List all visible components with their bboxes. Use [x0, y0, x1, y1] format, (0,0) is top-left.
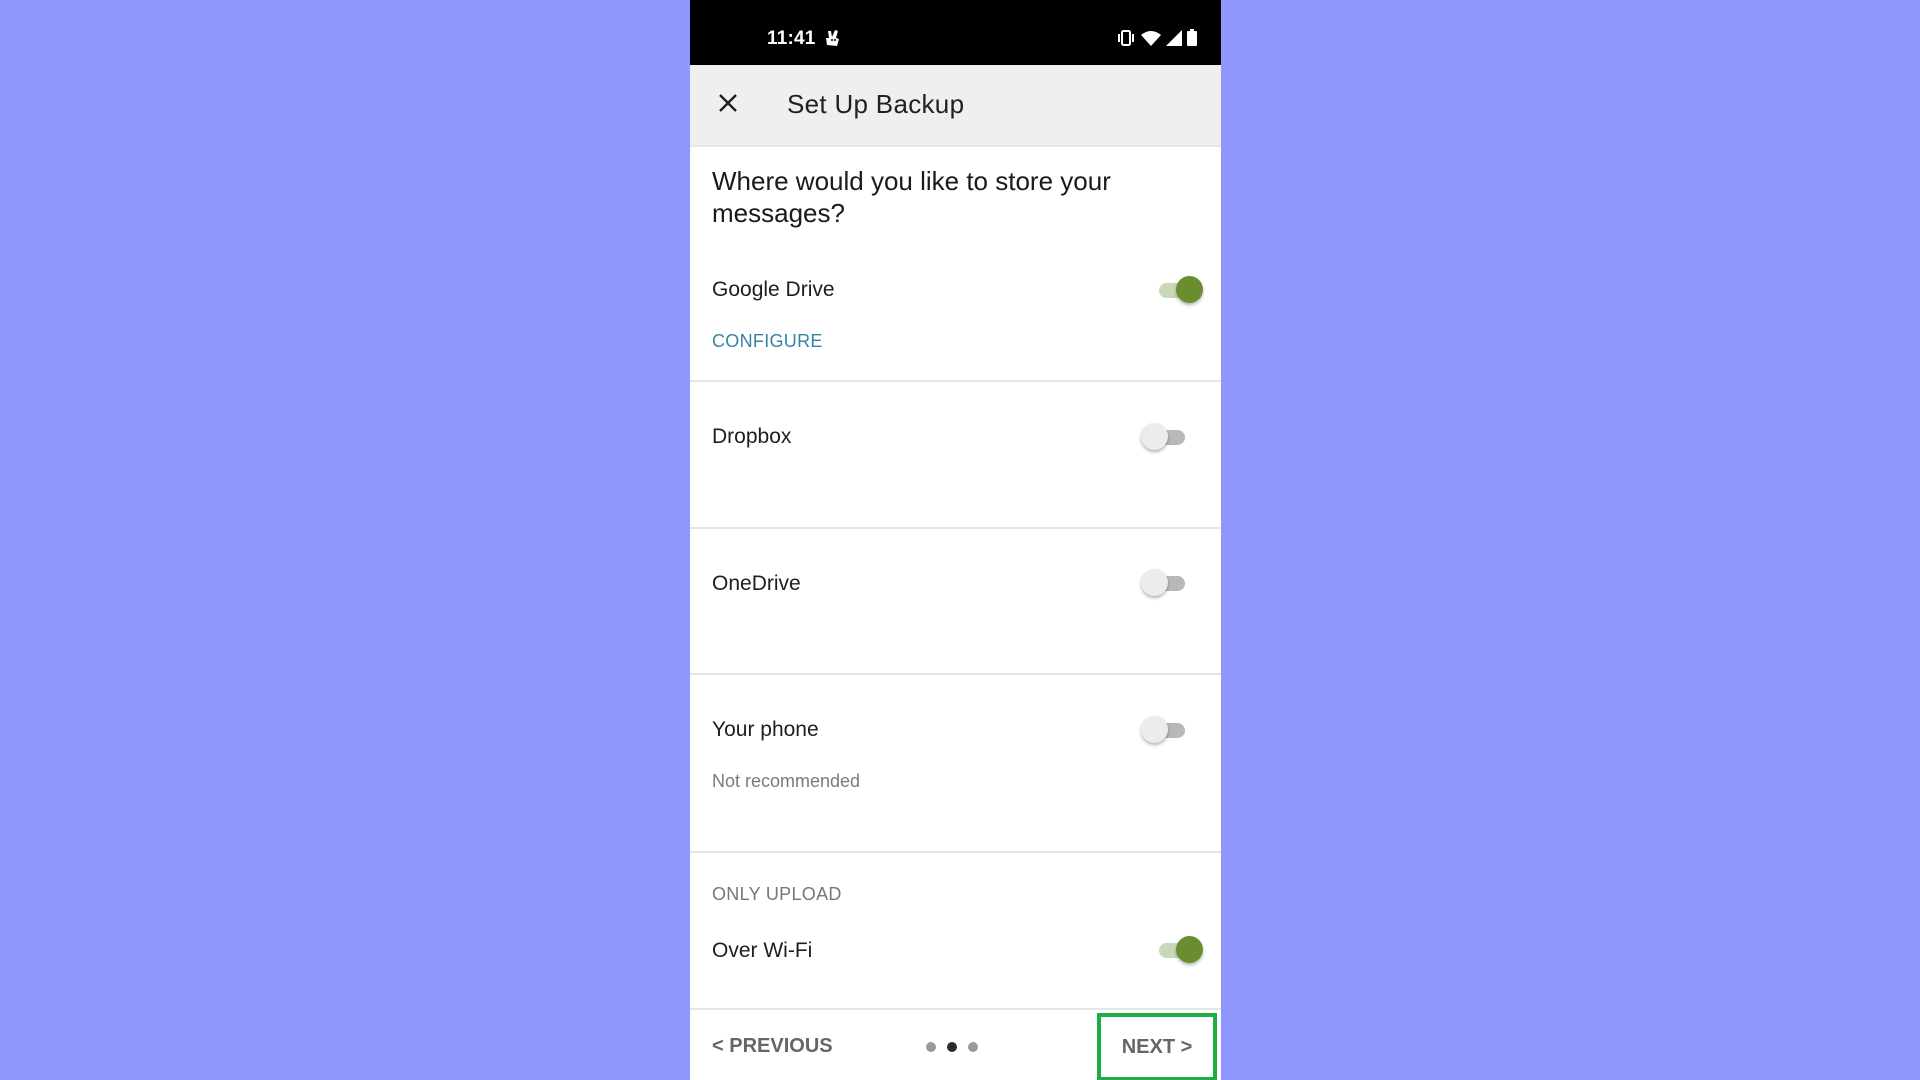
toggle-thumb — [1176, 936, 1203, 963]
page-dot-active — [947, 1042, 957, 1052]
wizard-footer: < PREVIOUS NEXT > — [690, 1011, 1221, 1080]
battery-icon — [1187, 29, 1197, 51]
question-heading: Where would you like to store your messa… — [712, 166, 1111, 228]
previous-button[interactable]: < PREVIOUS — [712, 1035, 833, 1058]
status-bar: 11:41 — [690, 0, 1221, 65]
app-bar: Set Up Backup — [690, 65, 1221, 147]
dropbox-label: Dropbox — [712, 425, 792, 448]
not-recommended-note: Not recommended — [712, 771, 861, 791]
divider — [690, 527, 1221, 529]
your-phone-label: Your phone — [712, 718, 819, 741]
over-wifi-label: Over Wi-Fi — [712, 939, 813, 962]
google-drive-toggle[interactable] — [1153, 275, 1203, 305]
configure-link[interactable]: CONFIGURE — [712, 331, 823, 352]
toggle-thumb — [1141, 716, 1168, 743]
dropbox-toggle[interactable] — [1141, 422, 1191, 452]
cell-signal-icon — [1166, 29, 1182, 51]
status-icons — [1116, 29, 1197, 51]
onedrive-label: OneDrive — [712, 572, 801, 595]
phone-screen: 11:41 Set Up Backup Where would you like… — [690, 0, 1221, 1080]
wifi-icon — [1141, 30, 1161, 51]
divider — [690, 673, 1221, 675]
page-dot — [968, 1042, 978, 1052]
over-wifi-toggle[interactable] — [1153, 935, 1203, 965]
toggle-thumb — [1141, 423, 1168, 450]
toggle-thumb — [1176, 276, 1203, 303]
page-dot — [926, 1042, 936, 1052]
close-button[interactable] — [708, 85, 748, 125]
onedrive-toggle[interactable] — [1141, 568, 1191, 598]
only-upload-header: ONLY UPLOAD — [712, 884, 842, 904]
your-phone-toggle[interactable] — [1141, 715, 1191, 745]
page-indicator — [926, 1042, 978, 1052]
vibrate-icon — [1116, 29, 1136, 51]
divider — [690, 380, 1221, 382]
divider — [690, 851, 1221, 853]
page-title: Set Up Backup — [787, 89, 965, 119]
divider — [690, 1008, 1221, 1010]
next-button[interactable]: NEXT > — [1097, 1013, 1217, 1080]
close-icon — [718, 93, 738, 118]
notification-app-icon — [825, 29, 841, 47]
status-time: 11:41 — [767, 28, 816, 49]
toggle-thumb — [1141, 569, 1168, 596]
google-drive-label: Google Drive — [712, 278, 835, 301]
next-button-label: NEXT > — [1121, 1035, 1193, 1058]
